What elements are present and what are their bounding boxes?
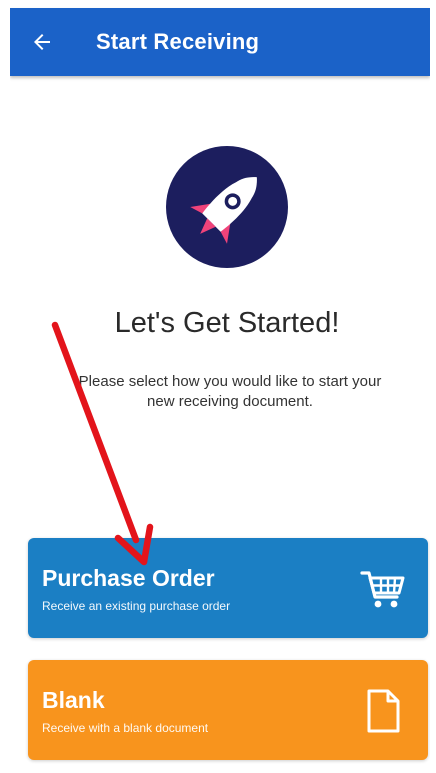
purchase-order-title: Purchase Order — [42, 565, 215, 591]
purchase-order-button[interactable]: Purchase Order Receive an existing purch… — [28, 538, 428, 638]
blank-title: Blank — [42, 687, 105, 713]
heading: Let's Get Started! — [114, 307, 340, 339]
rocket-icon — [166, 146, 288, 268]
page-title: Start Receiving — [96, 29, 260, 54]
blank-subtitle: Receive with a blank document — [42, 721, 209, 735]
blank-document-button[interactable]: Blank Receive with a blank document — [28, 660, 428, 760]
instruction-text: Please select how you would like to star… — [78, 373, 382, 410]
purchase-order-subtitle: Receive an existing purchase order — [42, 599, 231, 613]
back-button[interactable] — [24, 24, 60, 60]
document-icon — [367, 689, 400, 733]
shopping-cart-icon — [360, 571, 405, 608]
app-screen: Start Receiving Let's Get Started! Pleas… — [10, 0, 430, 773]
arrow-left-icon — [34, 34, 50, 50]
app-bar: Start Receiving — [10, 8, 430, 76]
